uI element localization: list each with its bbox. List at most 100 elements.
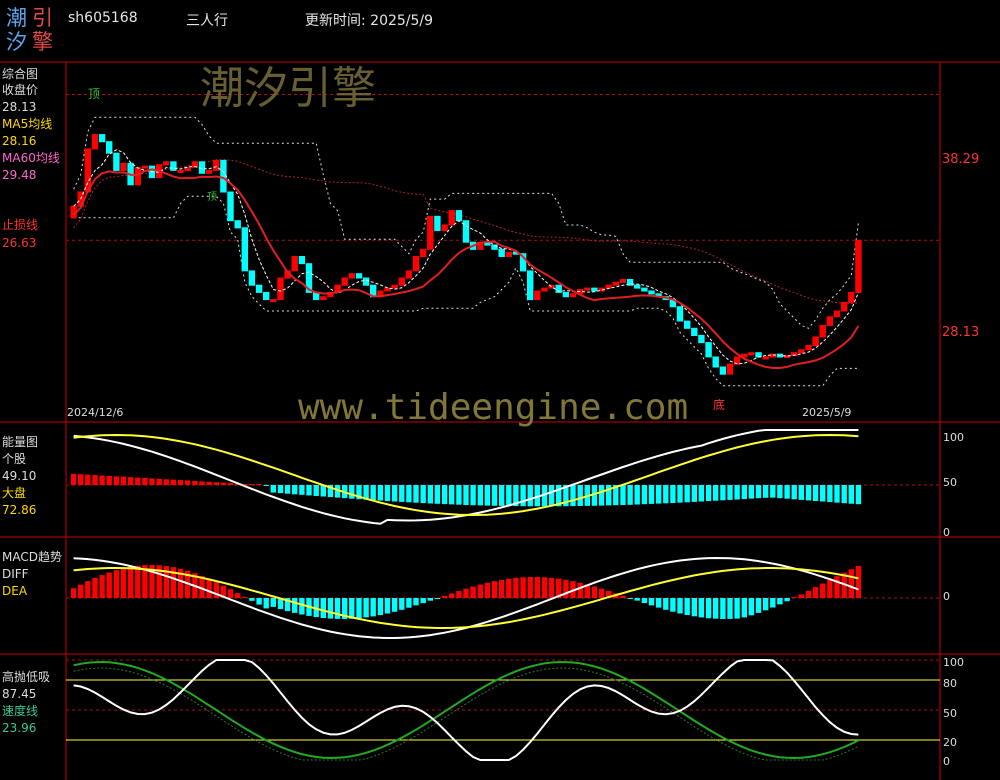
energy-bar-90 — [713, 485, 719, 501]
energy-bar-31 — [292, 485, 298, 495]
candle-85 — [676, 306, 684, 322]
macd-bar-2 — [85, 581, 91, 598]
candle-40 — [355, 273, 363, 279]
candle-3 — [91, 134, 99, 150]
candle-103 — [805, 345, 812, 351]
energy-bar-53 — [449, 485, 455, 505]
energy-bar-45 — [391, 485, 398, 502]
candle-53 — [448, 210, 455, 226]
candle-73 — [591, 287, 598, 292]
energy-bar-46 — [399, 485, 405, 502]
energy-bar-92 — [727, 485, 733, 500]
macd-bar-53 — [449, 593, 455, 598]
energy-stock-value: 49.10 — [2, 469, 37, 483]
diff-label: DIFF — [2, 567, 29, 581]
candle-9 — [134, 167, 142, 186]
macd-bar-45 — [391, 598, 398, 612]
macd-bar-83 — [663, 598, 669, 610]
candle-106 — [826, 316, 834, 326]
energy-bar-102 — [798, 485, 804, 500]
speed-value: 23.96 — [2, 721, 37, 735]
candle-31 — [291, 256, 298, 272]
macd-bar-86 — [684, 598, 690, 615]
chart-canvas: 潮汐引擎 www.tideengine.com — [0, 61, 1000, 780]
macd-title: MACD趋势 — [2, 550, 62, 564]
macd-bar-37 — [334, 598, 341, 619]
candle-20 — [213, 159, 220, 171]
candle-48 — [412, 256, 420, 272]
energy-bar-14 — [170, 479, 177, 485]
macd-bar-3 — [92, 578, 98, 598]
macd-bar-99 — [777, 598, 783, 605]
energy-bar-67 — [548, 485, 555, 507]
energy-bar-91 — [720, 485, 726, 501]
speed-label: 速度线 — [2, 704, 39, 718]
macd-bar-90 — [713, 598, 719, 619]
candle-54 — [455, 210, 463, 222]
candle-80 — [641, 287, 648, 292]
energy-bar-93 — [734, 485, 740, 500]
energy-bar-104 — [812, 485, 819, 501]
energy-bar-109 — [848, 485, 854, 504]
energy-bar-26 — [256, 484, 262, 485]
macd-bar-105 — [820, 583, 826, 598]
macd-bar-5 — [106, 572, 112, 598]
macd-bar-59 — [491, 581, 498, 598]
macd-bar-58 — [484, 582, 491, 598]
macd-bar-28 — [270, 598, 276, 607]
energy-bar-96 — [755, 485, 762, 499]
energy-bar-85 — [677, 485, 683, 503]
energy-bar-44 — [384, 485, 391, 502]
macd-bar-47 — [406, 598, 412, 608]
candle-79 — [634, 284, 641, 289]
macd-bar-60 — [499, 579, 505, 598]
macd-chart — [66, 556, 940, 639]
energy-bar-61 — [506, 485, 512, 506]
axis-last-value: 28.13 — [942, 325, 980, 340]
close-label: 收盘价 — [2, 83, 39, 97]
energy-tick-100: 100 — [943, 431, 964, 444]
energy-bar-79 — [634, 485, 640, 505]
macd-bar-73 — [591, 586, 598, 598]
candle-25 — [248, 270, 256, 286]
macd-bar-81 — [648, 598, 655, 606]
energy-bar-70 — [570, 485, 576, 507]
macd-bar-63 — [520, 577, 526, 598]
candle-72 — [584, 287, 591, 291]
bottom-tag: 底 — [713, 398, 726, 412]
energy-bar-50 — [427, 485, 433, 504]
macd-bar-97 — [763, 598, 769, 611]
macd-bar-100 — [784, 598, 790, 602]
candle-91 — [719, 366, 727, 375]
candle-19 — [205, 169, 213, 174]
energy-bar-97 — [763, 485, 769, 498]
candle-108 — [841, 301, 848, 312]
candle-60 — [498, 248, 505, 258]
macd-bar-82 — [655, 598, 662, 608]
candle-66 — [541, 287, 548, 292]
candle-76 — [612, 281, 619, 286]
osc-tick-50: 50 — [943, 707, 957, 720]
candle-70 — [569, 293, 577, 298]
close-value: 28.13 — [2, 100, 37, 114]
candle-7 — [120, 162, 127, 172]
macd-bar-78 — [627, 598, 633, 599]
candle-6 — [113, 152, 120, 171]
osc-tick-80: 80 — [943, 677, 957, 690]
energy-bar-100 — [784, 485, 790, 499]
ma60-label: MA60均线 — [2, 151, 60, 165]
candle-110 — [855, 239, 862, 293]
macd-bar-102 — [798, 594, 804, 598]
energy-bar-27 — [263, 485, 269, 486]
candle-2 — [84, 148, 91, 193]
mid-top-tag: 顶 — [207, 192, 217, 203]
energy-bar-87 — [691, 485, 697, 502]
candle-61 — [505, 251, 513, 257]
candle-87 — [691, 327, 698, 336]
energy-bar-60 — [499, 485, 505, 506]
candle-28 — [270, 299, 277, 303]
energy-bar-34 — [313, 485, 319, 496]
energy-bar-105 — [820, 485, 826, 502]
energy-bar-77 — [620, 485, 626, 505]
energy-bar-1 — [78, 474, 84, 485]
